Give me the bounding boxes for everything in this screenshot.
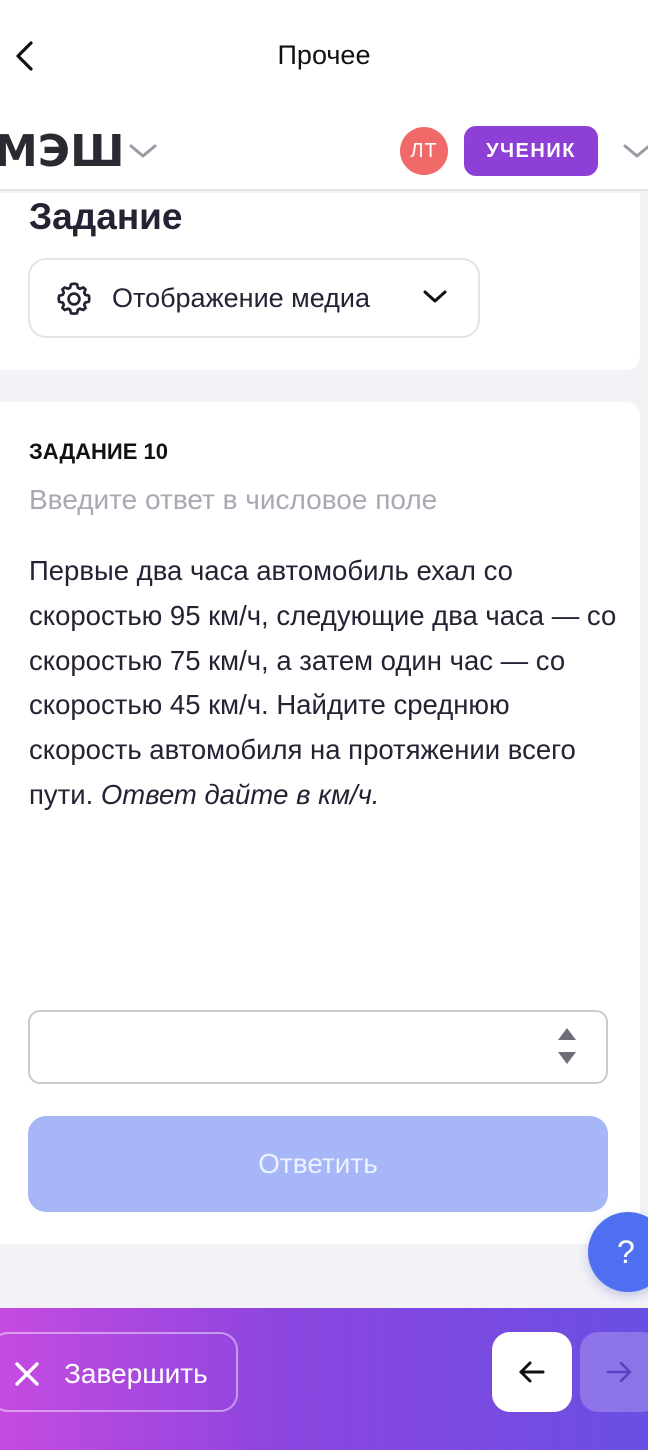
number-spinner[interactable] [558,1028,578,1068]
task-header-card: Задание Отображение медиа [0,193,640,370]
media-display-dropdown[interactable]: Отображение медиа [28,258,480,338]
task-text-body: Первые два часа автомобиль ехал со скоро… [29,555,617,810]
task-text: Первые два часа автомобиль ехал со скоро… [29,549,619,818]
answer-field[interactable] [28,1010,608,1084]
screen-title: Прочее [277,40,371,70]
arrow-right-icon [606,1361,632,1383]
logo[interactable]: МЭШ [0,126,124,177]
close-icon [15,1362,39,1386]
avatar[interactable]: ЛТ [400,127,448,175]
task-text-note: Ответ дайте в км/ч. [100,778,380,810]
finish-label: Завершить [64,1358,208,1389]
media-display-label: Отображение медиа [112,283,371,313]
arrow-left-icon [519,1361,545,1383]
role-badge[interactable]: УЧЕНИК [464,126,598,176]
page-title: Задание [29,196,183,237]
chevron-down-icon [423,290,447,303]
previous-task-button[interactable] [492,1332,572,1412]
gear-icon [57,282,91,316]
task-hint: Введите ответ в числовое поле [29,484,438,515]
next-task-button[interactable] [580,1332,648,1412]
submit-answer-button[interactable]: Ответить [28,1116,608,1212]
app-header: МЭШ ЛТ УЧЕНИК [0,112,648,191]
answer-input[interactable] [30,1012,550,1082]
finish-button[interactable]: Завершить [0,1332,238,1412]
increment-icon[interactable] [558,1028,576,1040]
task-card: ЗАДАНИЕ 10 Введите ответ в числовое поле… [0,402,640,1244]
chevron-down-icon[interactable] [622,142,648,160]
bottom-action-bar: Завершить [0,1308,648,1450]
top-bar: Прочее [0,0,648,112]
task-number: ЗАДАНИЕ 10 [29,439,169,464]
chevron-down-icon[interactable] [128,142,158,160]
decrement-icon[interactable] [558,1052,576,1064]
